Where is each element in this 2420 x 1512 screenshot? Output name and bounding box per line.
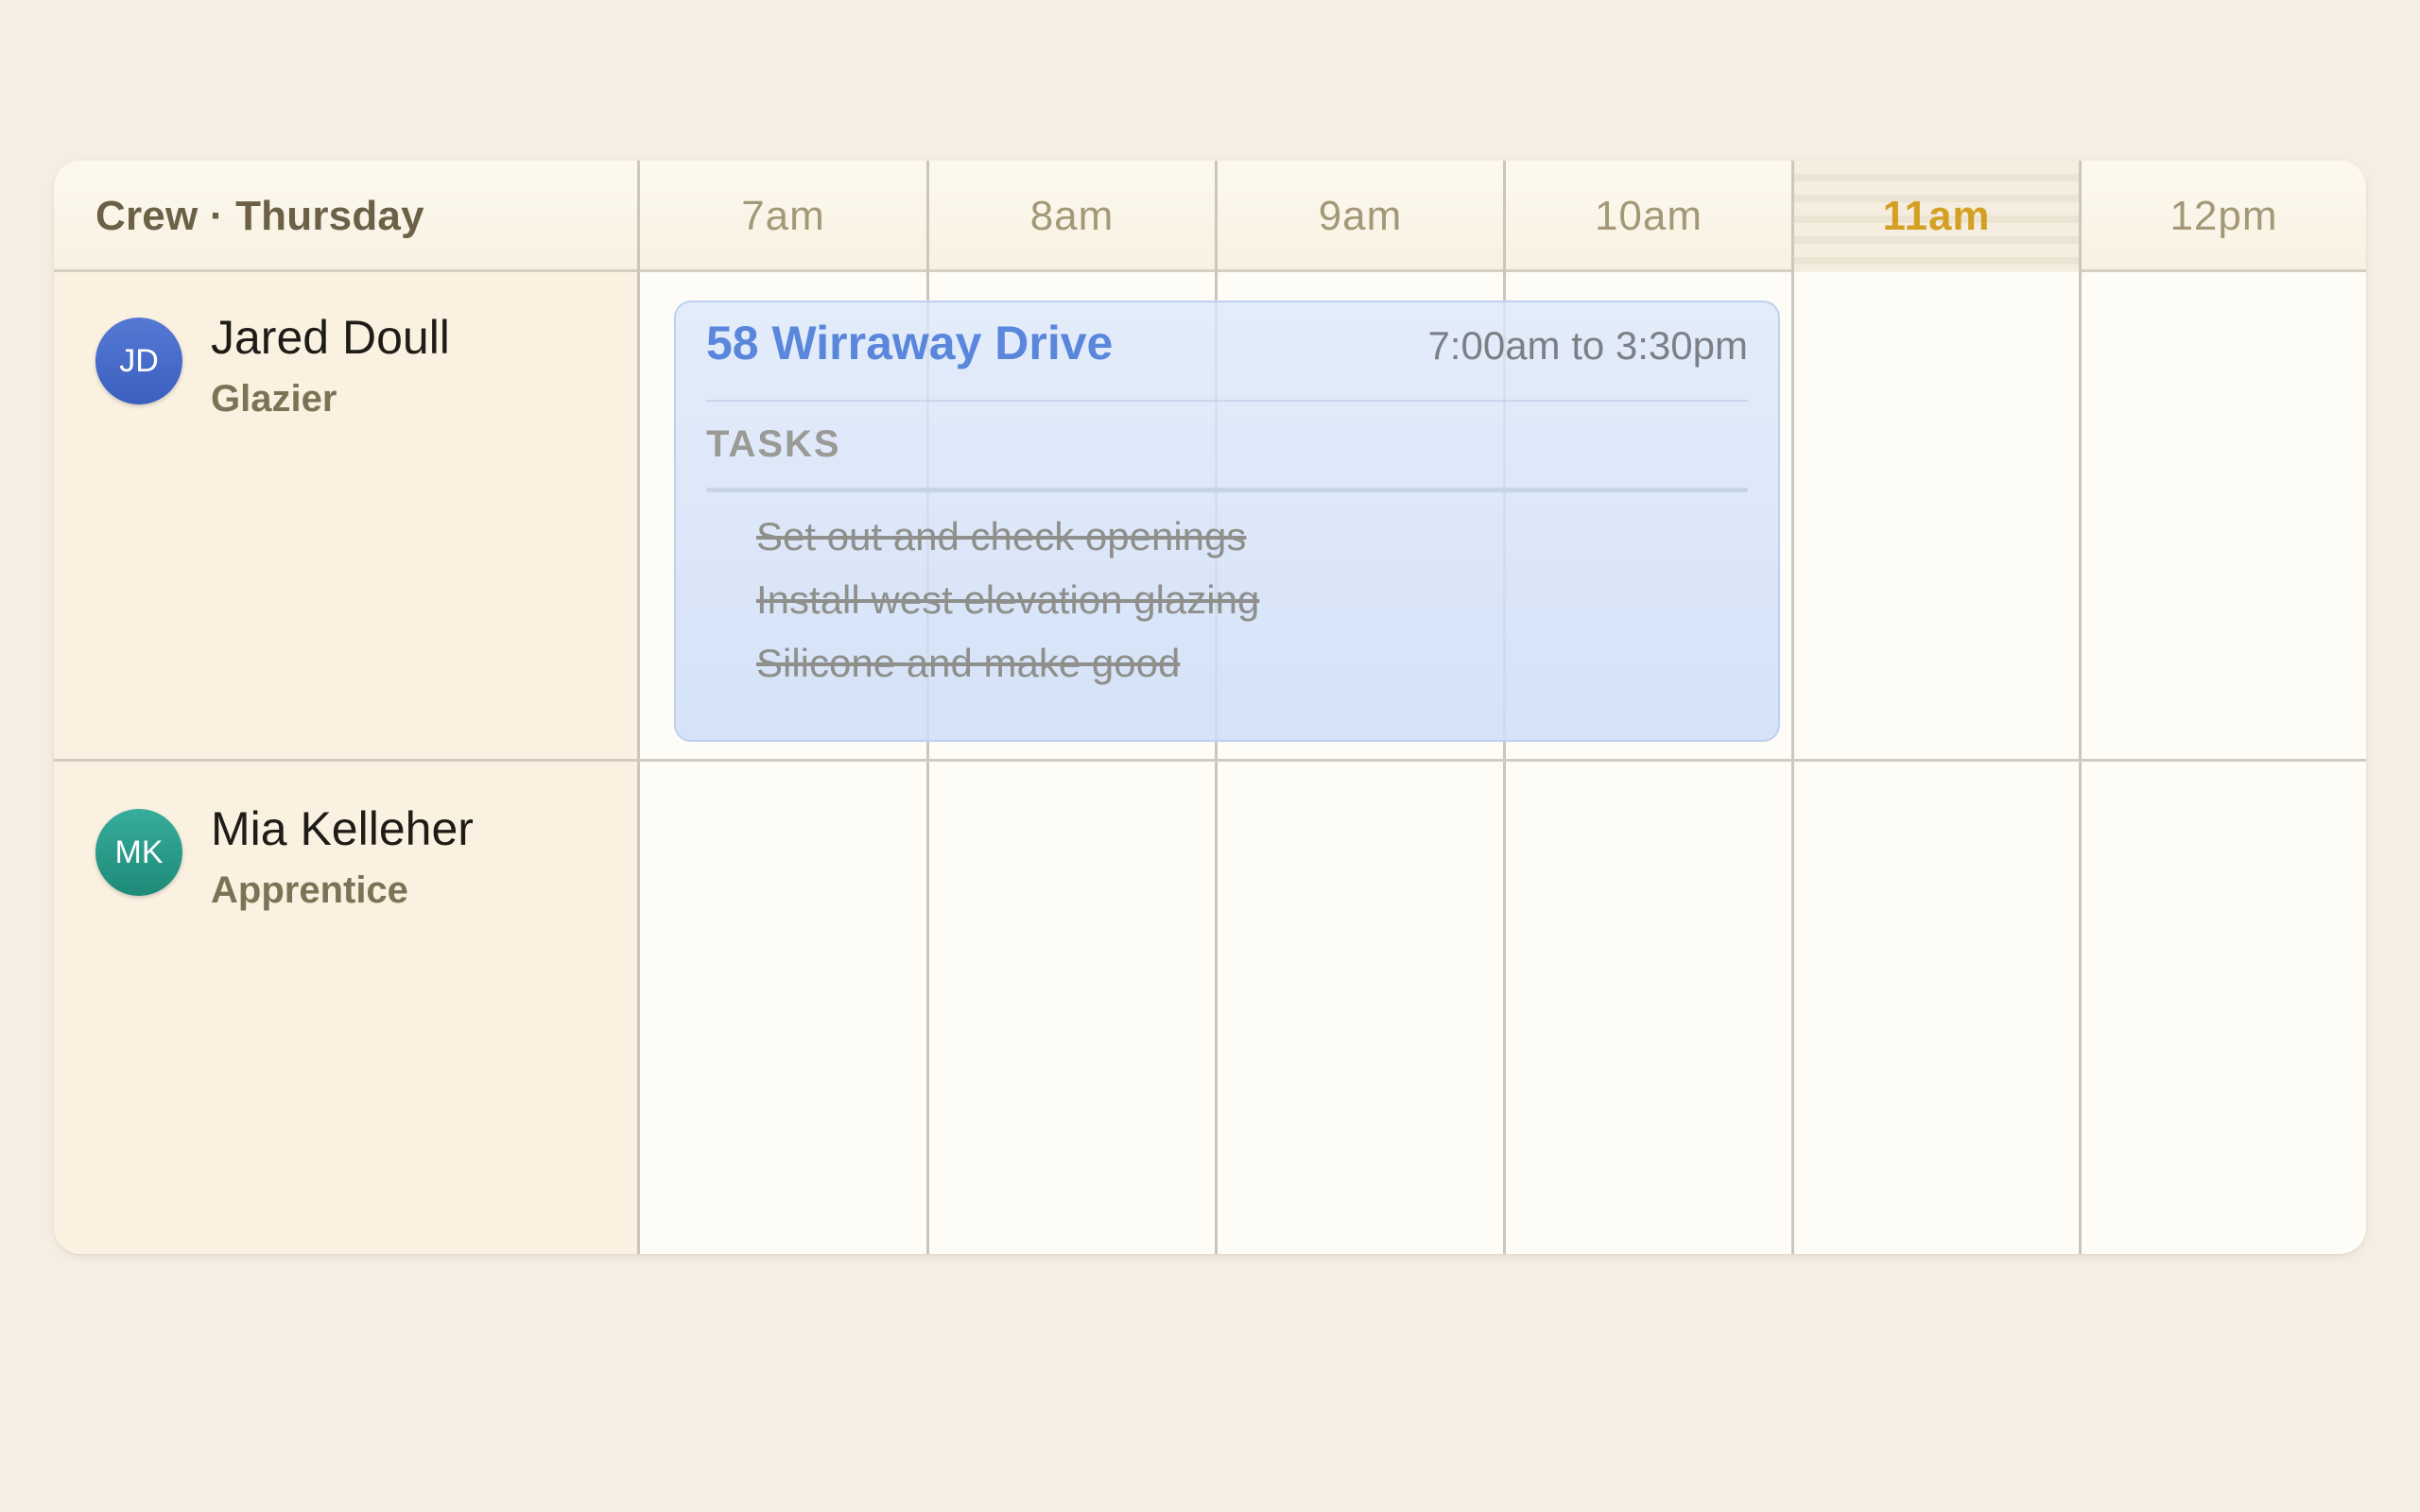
schedule-header: Crew · Thursday 7am 8am 9am 10am 11am 12… — [54, 161, 2366, 272]
crew-member-role: Apprentice — [211, 869, 408, 911]
grid-divider — [637, 161, 640, 1254]
crew-member-name: Mia Kelleher — [211, 802, 474, 855]
tasks-heading: TASKS — [706, 423, 841, 465]
avatar: JD — [95, 318, 182, 404]
task-item-completed[interactable]: Silicone and make good — [756, 641, 1180, 686]
divider — [706, 400, 1748, 402]
hour-8am[interactable]: 8am — [929, 161, 1215, 272]
task-item-completed[interactable]: Set out and check openings — [756, 514, 1246, 559]
crew-column — [54, 272, 637, 1254]
grid-line — [2079, 161, 2082, 1254]
crew-member-role: Glazier — [211, 378, 337, 420]
hour-7am[interactable]: 7am — [640, 161, 926, 272]
task-item-completed[interactable]: Install west elevation glazing — [756, 577, 1259, 623]
job-time-range: 7:00am to 3:30pm — [1427, 323, 1748, 368]
hour-10am[interactable]: 10am — [1506, 161, 1791, 272]
row-divider — [54, 759, 2366, 762]
hour-9am[interactable]: 9am — [1218, 161, 1503, 272]
divider — [706, 488, 1748, 492]
hour-12pm[interactable]: 12pm — [2082, 161, 2366, 272]
avatar: MK — [95, 809, 182, 896]
job-card[interactable]: 58 Wirraway Drive 7:00am to 3:30pm TASKS… — [674, 301, 1780, 742]
job-title: 58 Wirraway Drive — [706, 317, 1114, 369]
hour-11am-current[interactable]: 11am — [1794, 161, 2079, 272]
crew-schedule-board: Crew · Thursday 7am 8am 9am 10am 11am 12… — [54, 161, 2366, 1254]
grid-line — [1791, 161, 1794, 1254]
crew-day-title: Crew · Thursday — [95, 193, 424, 239]
crew-member-name: Jared Doull — [211, 311, 450, 364]
